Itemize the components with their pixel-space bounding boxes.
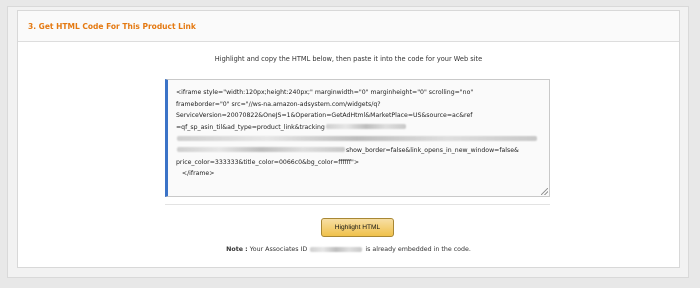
note-text-after: is already embedded in the code.: [365, 246, 471, 253]
divider: [165, 204, 550, 205]
redacted-tracking-id: [325, 124, 406, 130]
associates-note: Note : Your Associates ID is already emb…: [18, 246, 679, 253]
redacted-code-line: [177, 135, 537, 141]
code-line-2: frameborder="0" src="//ws-na.amazon-adsy…: [176, 100, 381, 108]
instruction-text: Highlight and copy the HTML below, then …: [214, 55, 483, 63]
highlight-html-button[interactable]: Highlight HTML: [321, 218, 394, 237]
code-line-1: <iframe style="width:120px;height:240px;…: [176, 89, 474, 96]
code-line-7: price_color=333333&title_color=0066c0&bg…: [176, 158, 360, 166]
html-code-textarea[interactable]: <iframe style="width:120px;height:240px;…: [165, 79, 550, 197]
redacted-associates-id: [310, 246, 363, 252]
code-line-8: </iframe>: [181, 170, 215, 178]
code-line-3: ServiceVersion=20070822&OneJS=1&Operatio…: [176, 112, 473, 120]
note-text-before: Your Associates ID: [249, 246, 308, 253]
note-label: Note :: [226, 246, 248, 253]
get-html-panel: 3. Get HTML Code For This Product Link H…: [17, 10, 680, 268]
code-line-6: show_border=false&link_opens_in_new_wind…: [346, 146, 519, 154]
section-title: 3. Get HTML Code For This Product Link: [28, 21, 196, 31]
resize-grip[interactable]: [541, 188, 548, 195]
redacted-code-segment: [177, 147, 345, 153]
panel-header: 3. Get HTML Code For This Product Link: [18, 11, 679, 42]
outer-container: 3. Get HTML Code For This Product Link H…: [7, 6, 689, 278]
code-line-4: =qf_sp_asin_til&ad_type=product_link&tra…: [176, 123, 325, 131]
